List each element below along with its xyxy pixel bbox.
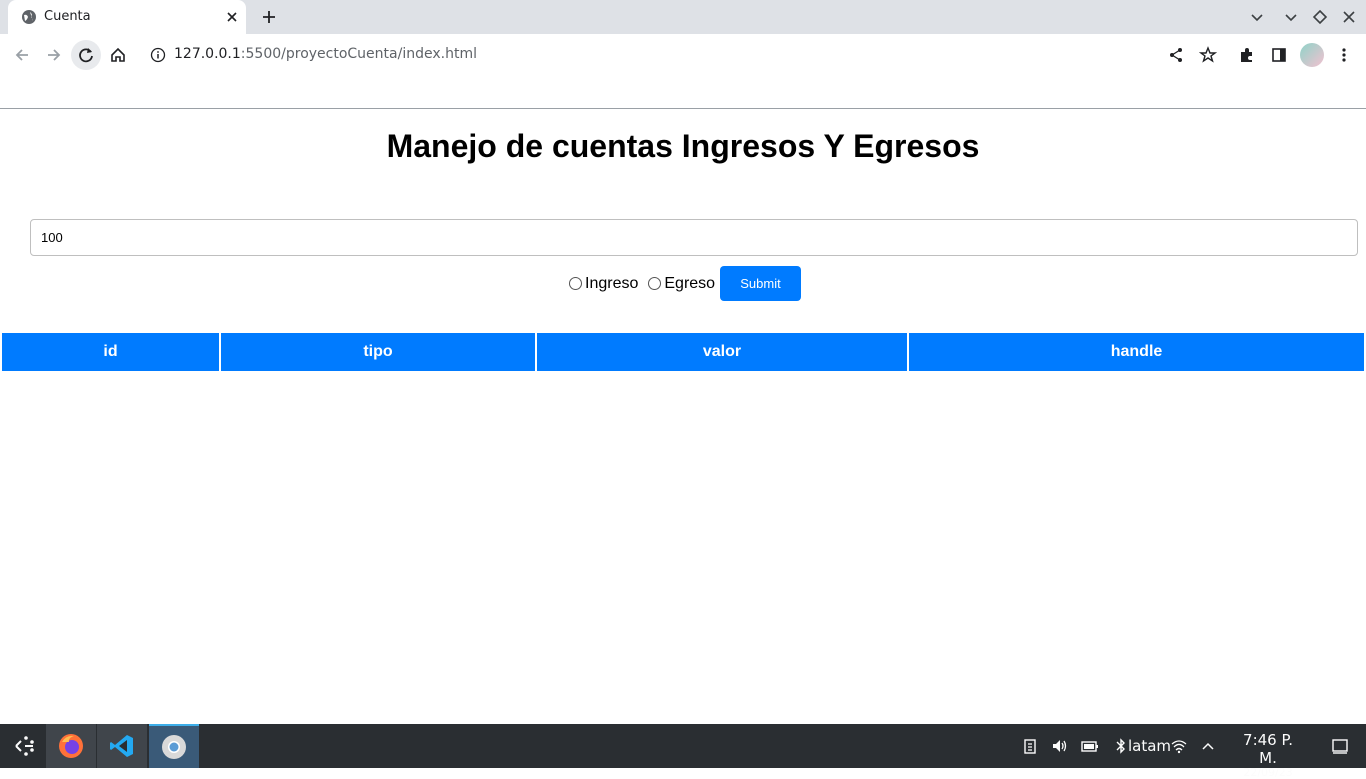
site-info-icon[interactable] bbox=[150, 47, 166, 63]
reload-icon bbox=[79, 48, 93, 63]
tab-search-icon[interactable] bbox=[1248, 8, 1266, 26]
viewport-divider bbox=[0, 108, 1366, 109]
back-button[interactable] bbox=[10, 43, 34, 67]
taskbar-vscode[interactable] bbox=[97, 724, 147, 768]
submit-button[interactable]: Submit bbox=[720, 266, 801, 301]
close-window-icon[interactable] bbox=[1340, 8, 1358, 26]
amount-input[interactable] bbox=[30, 219, 1358, 256]
clipboard-icon[interactable] bbox=[1021, 737, 1039, 755]
clock-time: 7:46 P. M. bbox=[1243, 731, 1293, 767]
taskbar-clock[interactable]: 7:46 P. M. 22/09/23 bbox=[1232, 731, 1304, 779]
type-radio-group: Ingreso Egreso bbox=[569, 266, 725, 301]
taskbar-firefox[interactable] bbox=[46, 724, 96, 768]
address-bar[interactable]: 127.0.0.1:5500/proyectoCuenta/index.html bbox=[174, 46, 477, 62]
arrow-left-icon bbox=[15, 49, 28, 61]
more-menu-icon[interactable] bbox=[1335, 46, 1353, 64]
battery-icon[interactable] bbox=[1081, 737, 1099, 755]
keyboard-layout-indicator[interactable]: latam bbox=[1128, 737, 1171, 755]
radio-egreso[interactable] bbox=[648, 277, 662, 290]
close-tab-icon[interactable] bbox=[224, 9, 240, 25]
column-header-tipo: tipo bbox=[221, 333, 535, 371]
minimize-icon[interactable] bbox=[1282, 8, 1300, 26]
url-host: 127.0.0.1 bbox=[174, 46, 241, 62]
launcher-icon bbox=[15, 736, 34, 756]
forward-button[interactable] bbox=[42, 43, 66, 67]
browser-tab-strip: Cuenta bbox=[0, 0, 1366, 34]
radio-ingreso-label[interactable]: Ingreso bbox=[585, 275, 638, 293]
home-icon bbox=[111, 47, 125, 62]
chrome-icon bbox=[162, 735, 186, 759]
reload-button[interactable] bbox=[71, 40, 101, 70]
tab-title: Cuenta bbox=[44, 9, 91, 24]
share-icon[interactable] bbox=[1167, 46, 1185, 64]
browser-toolbar: 127.0.0.1:5500/proyectoCuenta/index.html bbox=[0, 34, 1366, 76]
home-button[interactable] bbox=[106, 43, 130, 67]
page-title: Manejo de cuentas Ingresos Y Egresos bbox=[386, 128, 980, 164]
maximize-icon[interactable] bbox=[1311, 8, 1329, 26]
taskbar-chrome[interactable] bbox=[149, 724, 199, 768]
profile-avatar[interactable] bbox=[1300, 43, 1324, 67]
new-tab-icon[interactable] bbox=[260, 8, 278, 26]
radio-ingreso[interactable] bbox=[569, 277, 582, 290]
app-launcher-button[interactable] bbox=[0, 724, 50, 768]
arrow-right-icon bbox=[48, 49, 61, 61]
radio-egreso-label[interactable]: Egreso bbox=[664, 275, 715, 293]
accounts-table-header: id tipo valor handle bbox=[2, 333, 1364, 371]
column-header-id: id bbox=[2, 333, 219, 371]
wifi-icon[interactable] bbox=[1170, 737, 1188, 755]
volume-icon[interactable] bbox=[1051, 737, 1069, 755]
url-path: :5500/proyectoCuenta/index.html bbox=[240, 46, 477, 62]
tray-expand-chevron-icon[interactable] bbox=[1199, 737, 1217, 755]
bookmark-star-icon[interactable] bbox=[1199, 46, 1217, 64]
taskbar: latam bbox=[0, 724, 1366, 768]
show-desktop-icon[interactable] bbox=[1331, 737, 1349, 755]
globe-icon bbox=[22, 10, 36, 24]
firefox-icon bbox=[59, 734, 83, 758]
column-header-valor: valor bbox=[537, 333, 907, 371]
extensions-icon[interactable] bbox=[1238, 46, 1256, 64]
column-header-handle: handle bbox=[909, 333, 1364, 371]
vscode-icon bbox=[110, 735, 133, 757]
browser-tab[interactable]: Cuenta bbox=[8, 0, 246, 34]
side-panel-icon[interactable] bbox=[1270, 46, 1288, 64]
